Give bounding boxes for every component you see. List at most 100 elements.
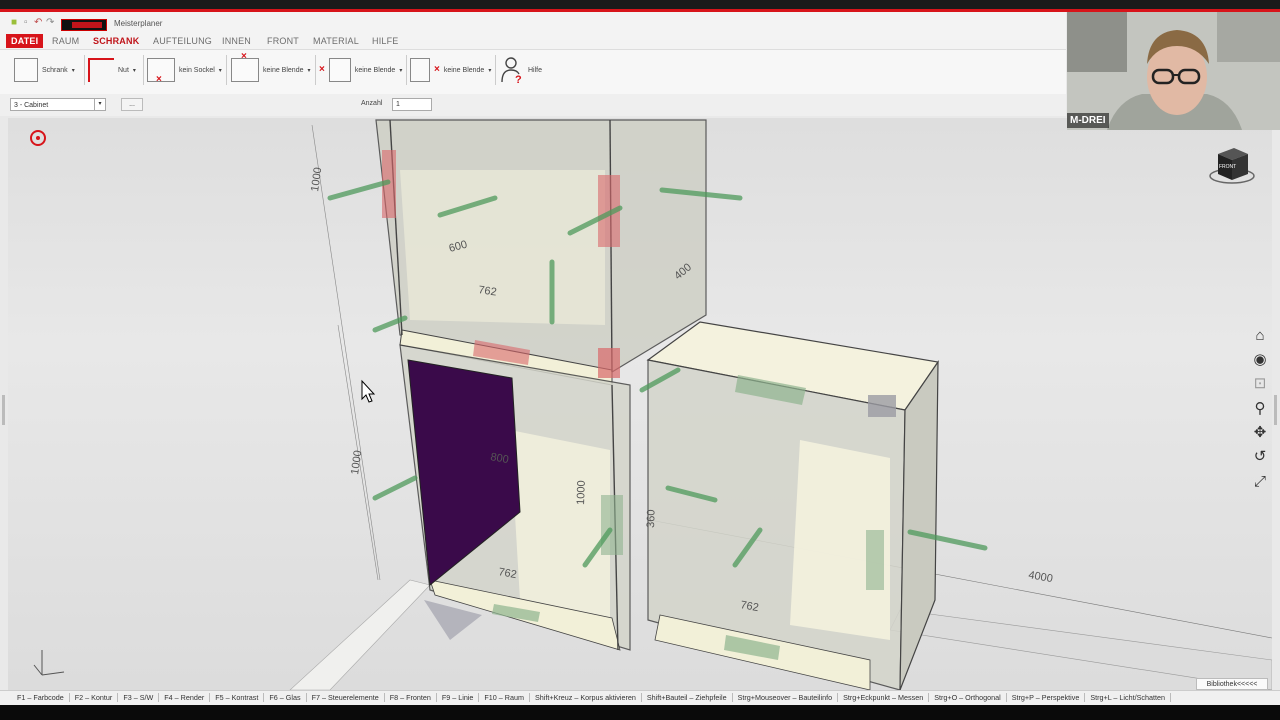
blende-left-label: keine Blende <box>354 66 396 74</box>
view-cube[interactable]: FRONT <box>1206 140 1258 188</box>
shortcut-hint: F9 – Linie <box>437 693 480 702</box>
sockel-button[interactable]: × kein Sockel ▾ <box>147 55 222 85</box>
left-panel-handle[interactable] <box>2 395 5 425</box>
shortcut-hint: F5 – Kontrast <box>210 693 265 702</box>
shortcut-hint: F10 – Raum <box>479 693 530 702</box>
ribbon-separator <box>84 55 85 85</box>
shortcut-hint: F4 – Render <box>159 693 211 702</box>
menu-raum[interactable]: RAUM <box>52 36 79 46</box>
shortcut-hint: Strg+P – Perspektive <box>1007 693 1086 702</box>
chevron-down-icon: ▾ <box>399 67 403 74</box>
cabinet-select-value: 3 - Cabinet <box>14 102 49 109</box>
anzahl-input[interactable]: 1 <box>392 98 432 111</box>
shortcut-hint: F6 – Glas <box>264 693 307 702</box>
chevron-down-icon: ▾ <box>132 67 136 74</box>
chevron-down-icon: ▾ <box>218 67 222 74</box>
chevron-down-icon: ▾ <box>71 67 75 74</box>
close-icon: × <box>434 64 440 75</box>
groove-icon <box>88 58 114 82</box>
menu-schrank[interactable]: SCHRANK <box>93 36 139 46</box>
side-panel-icon <box>410 58 430 82</box>
ribbon-separator <box>315 55 316 85</box>
shortcut-hint: Shift+Kreuz – Korpus aktivieren <box>530 693 642 702</box>
svg-text:?: ? <box>515 74 522 84</box>
window-bottom-edge <box>0 705 1280 720</box>
document-color-swatch <box>61 19 107 31</box>
shortcut-hint: Strg+Mouseover – Bauteilinfo <box>733 693 839 702</box>
app-title: Meisterplaner <box>114 19 163 28</box>
right-panel-handle[interactable] <box>1274 395 1277 425</box>
cabinet-icon <box>14 58 38 82</box>
chevron-down-icon[interactable]: ▾ <box>94 99 105 110</box>
mouse-cursor-icon <box>361 379 376 403</box>
schrank-button[interactable]: Schrank ▾ <box>14 55 75 85</box>
orbit-icon[interactable]: ◉ <box>1250 350 1270 370</box>
dim-360: 360 <box>645 509 658 528</box>
menu-material[interactable]: MATERIAL <box>313 36 359 46</box>
shortcut-hint: F7 – Steuerelemente <box>307 693 385 702</box>
shortcut-hint: F2 – Kontur <box>70 693 119 702</box>
nut-label: Nut <box>118 66 129 74</box>
sockel-label: kein Sockel <box>179 66 215 74</box>
menu-innen[interactable]: INNEN <box>222 36 251 46</box>
undo-view-icon[interactable]: ↺ <box>1250 447 1270 467</box>
blende-top-button[interactable]: × keine Blende ▾ <box>231 52 311 85</box>
lower-left-cabinet[interactable] <box>399 344 631 651</box>
dim-height-lower: 1000 <box>349 450 364 476</box>
nut-button[interactable]: Nut ▾ <box>88 55 136 85</box>
shortcut-hint: Strg+L – Licht/Schatten <box>1085 693 1171 702</box>
ribbon-separator <box>495 55 496 85</box>
3d-viewport[interactable]: 1000 600 762 400 1000 800 1000 762 360 7… <box>8 118 1272 690</box>
cabinet-select[interactable]: 3 - Cabinet ▾ <box>10 98 106 111</box>
pan-icon[interactable]: ✥ <box>1250 423 1270 443</box>
ribbon-separator <box>226 55 227 85</box>
hilfe-label: Hilfe <box>528 66 543 74</box>
top-panel-icon: × <box>231 52 259 82</box>
close-icon: × <box>319 64 325 75</box>
dim-room-width: 4000 <box>1027 569 1053 585</box>
sub-toolbar <box>0 94 1066 116</box>
side-panel-icon <box>328 58 351 82</box>
menu-datei[interactable]: DATEI <box>6 34 44 48</box>
help-person-icon: ? <box>501 57 522 84</box>
upper-cabinet[interactable] <box>375 119 707 386</box>
more-button[interactable]: ... <box>121 98 143 111</box>
shortcut-hint: F8 – Fronten <box>385 693 437 702</box>
redo-icon[interactable]: ↷ <box>46 18 56 28</box>
dim-height-inner: 1000 <box>575 480 588 505</box>
cabinet-scene[interactable]: 1000 600 762 400 1000 800 1000 762 360 7… <box>8 118 1272 690</box>
plinth-icon: × <box>147 58 175 85</box>
axis-indicator-icon <box>33 650 65 676</box>
eye-icon[interactable] <box>30 130 46 146</box>
blende-top-label: keine Blende <box>263 66 304 74</box>
shortcut-hints: F1 – Farbcode F2 – Kontur F3 – S/W F4 – Ren… <box>12 693 1171 702</box>
shortcut-hint: F1 – Farbcode <box>12 693 70 702</box>
hilfe-button[interactable]: ? Hilfe <box>500 55 542 85</box>
fullscreen-icon[interactable]: ⤢ <box>1250 472 1270 492</box>
menu-front[interactable]: FRONT <box>267 36 299 46</box>
blende-left-button[interactable]: × keine Blende ▾ <box>319 55 402 85</box>
menu-aufteilung[interactable]: AUFTEILUNG <box>153 36 212 46</box>
blende-right-button[interactable]: × keine Blende ▾ <box>410 55 491 85</box>
dim-height-upper: 1000 <box>309 167 324 193</box>
zoom-icon[interactable]: ⚲ <box>1250 399 1270 419</box>
zoom-window-icon[interactable]: ⊡ <box>1250 374 1270 394</box>
menu-hilfe[interactable]: HILFE <box>372 36 399 46</box>
library-tab[interactable]: Bibliothek<<<<< <box>1196 678 1268 690</box>
view-cube-label: FRONT <box>1219 164 1236 170</box>
chevron-down-icon: ▾ <box>488 67 492 74</box>
home-icon[interactable]: ⌂ <box>1250 326 1270 346</box>
schrank-label: Schrank <box>42 66 68 74</box>
chevron-down-icon: ▾ <box>307 67 311 74</box>
undo-icon[interactable]: ↶ <box>34 18 44 28</box>
window-top-edge <box>0 0 1280 9</box>
save-icon[interactable]: ▫ <box>24 18 34 28</box>
webcam-name-label: M-DREI <box>1067 113 1109 128</box>
app-logo-icon: ■ <box>11 17 18 28</box>
app-window: ■ ▫ ↶ ↷ Meisterplaner DATEI RAUM SCHRANK… <box>0 0 1280 720</box>
anzahl-label: Anzahl <box>361 100 383 107</box>
ribbon-separator <box>406 55 407 85</box>
lower-right-cabinet[interactable] <box>646 321 940 690</box>
shortcut-hint: Strg+O – Orthogonal <box>929 693 1007 702</box>
shortcut-hint: F3 – S/W <box>118 693 160 702</box>
